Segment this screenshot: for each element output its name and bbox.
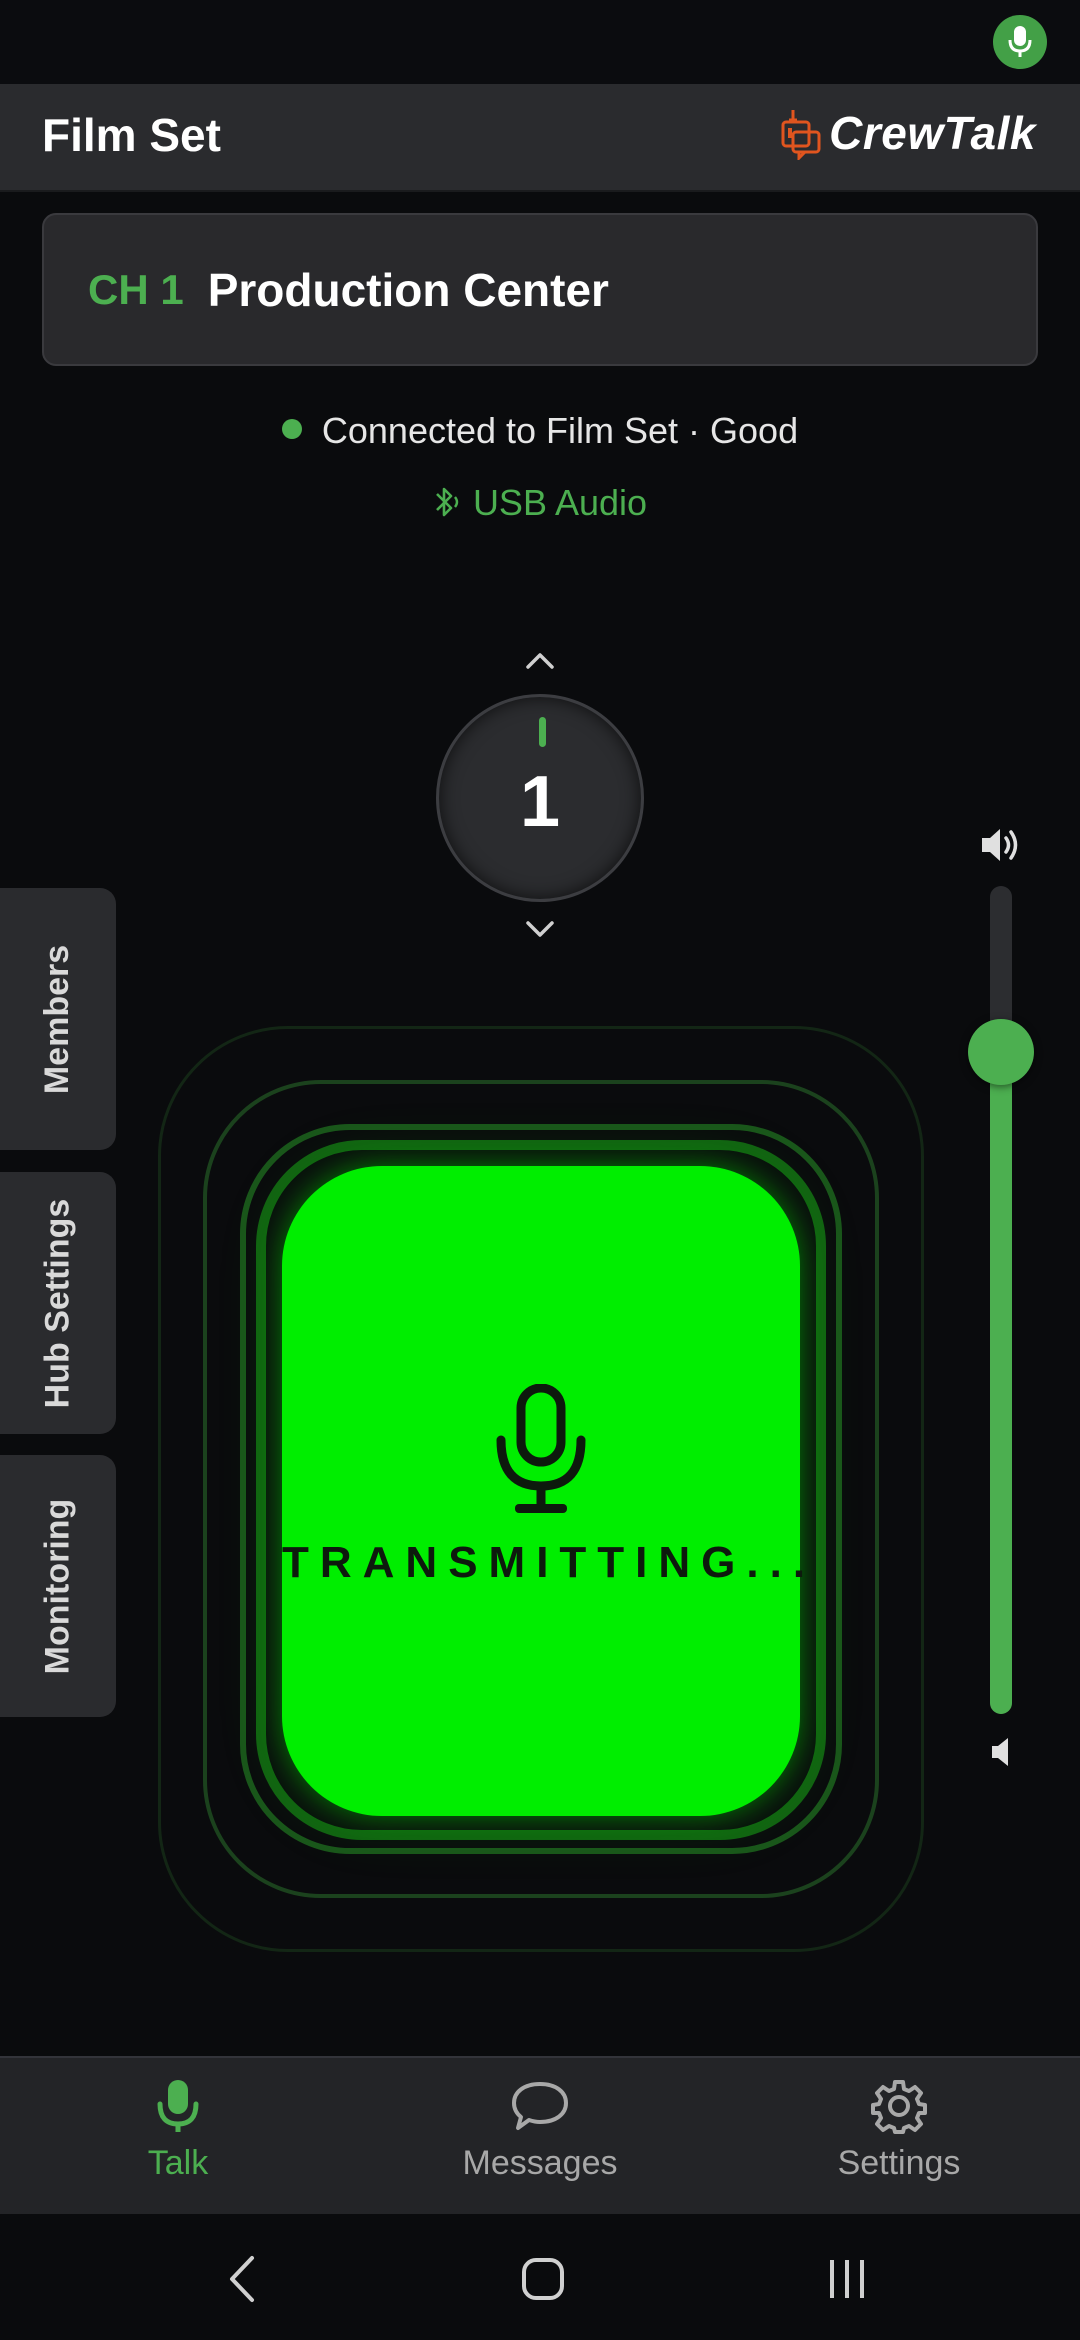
recent-apps-icon[interactable] — [824, 2254, 870, 2304]
nav-talk[interactable]: Talk — [68, 2078, 288, 2183]
nav-messages-label: Messages — [462, 2144, 618, 2182]
connection-text: Connected to Film Set · Good — [321, 410, 799, 451]
system-navigation-bar — [0, 2214, 1080, 2340]
channel-code: CH 1 — [88, 265, 184, 313]
channel-dial[interactable]: 1 — [436, 694, 644, 902]
back-icon[interactable] — [222, 2254, 262, 2304]
brand-logo: CrewTalk — [779, 106, 1036, 160]
chevron-up-icon[interactable] — [520, 645, 560, 675]
home-icon[interactable] — [520, 2254, 566, 2304]
nav-messages[interactable]: Messages — [430, 2078, 650, 2183]
volume-slider-fill — [990, 1052, 1012, 1714]
brand-name: CrewTalk — [829, 107, 1036, 159]
crewtalk-logo-icon — [781, 110, 821, 160]
app-header: Film Set CrewTalk — [0, 84, 1080, 192]
app-screen: Film Set CrewTalk CH 1 Production Center… — [0, 0, 1080, 2340]
transmit-status-label: TRANSMITTING... — [282, 1538, 817, 1587]
nav-settings-label: Settings — [837, 2144, 961, 2182]
microphone-icon — [496, 1384, 586, 1513]
channel-selector[interactable]: CH 1 Production Center — [42, 213, 1038, 366]
nav-settings[interactable]: Settings — [789, 2078, 1009, 2183]
side-tab-hub-settings[interactable]: Hub Settings — [0, 1172, 116, 1434]
side-tab-monitoring[interactable]: Monitoring — [0, 1455, 116, 1717]
dial-indicator — [539, 717, 546, 747]
audio-device-label: USB Audio — [472, 482, 648, 523]
connection-dot-icon — [281, 419, 302, 439]
side-tab-label: Hub Settings — [38, 1198, 77, 1408]
bluetooth-audio-icon — [436, 487, 459, 517]
mic-icon — [157, 2080, 199, 2132]
nav-talk-label: Talk — [147, 2144, 209, 2182]
status-bar — [0, 0, 1080, 84]
volume-down-icon — [992, 1738, 1008, 1766]
volume-up-icon — [982, 829, 1018, 861]
hub-title: Film Set — [42, 109, 221, 161]
side-tab-label: Members — [38, 944, 77, 1094]
chevron-down-icon[interactable] — [520, 915, 560, 945]
bottom-navigation: Talk Messages Settings — [0, 2056, 1080, 2214]
dial-channel-number: 1 — [519, 762, 561, 842]
push-to-talk-button[interactable]: TRANSMITTING... — [282, 1166, 817, 1816]
channel-name: Production Center — [207, 263, 609, 316]
mic-icon — [1008, 26, 1032, 57]
chat-bubble-icon — [512, 2082, 568, 2130]
status-mic-indicator — [993, 15, 1047, 69]
connection-status: Connected to Film Set · Good — [0, 410, 1080, 452]
side-tab-label: Monitoring — [38, 1498, 77, 1674]
side-tab-members[interactable]: Members — [0, 888, 116, 1150]
audio-device[interactable]: USB Audio — [0, 482, 1080, 524]
volume-slider-thumb[interactable] — [968, 1019, 1034, 1085]
gear-icon — [871, 2080, 927, 2134]
